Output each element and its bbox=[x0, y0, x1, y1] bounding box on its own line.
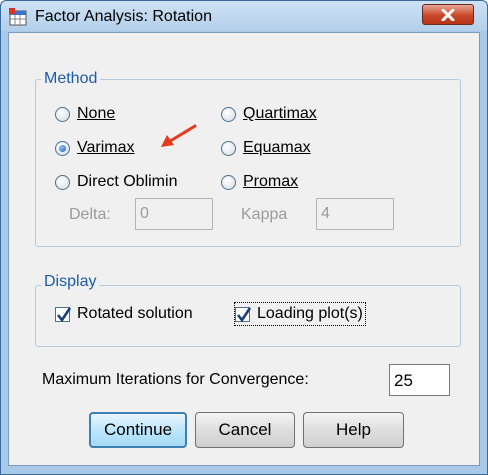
kappa-label: Kappa bbox=[241, 206, 288, 223]
cancel-button[interactable]: Cancel bbox=[195, 412, 295, 448]
radio-none-label: None bbox=[77, 105, 116, 122]
max-iterations-input[interactable]: 25 bbox=[389, 364, 450, 396]
kappa-field: 4 bbox=[316, 198, 394, 230]
checkbox-loading-plots-box[interactable] bbox=[235, 306, 252, 322]
checkbox-rotated-solution-box[interactable] bbox=[55, 306, 72, 322]
delta-label: Delta: bbox=[69, 206, 111, 223]
loading-plots-label: Loading plot(s) bbox=[257, 305, 363, 322]
display-legend: Display bbox=[41, 273, 100, 291]
checkmark-icon bbox=[56, 306, 72, 322]
help-button[interactable]: Help bbox=[303, 412, 404, 448]
title-bar[interactable]: Factor Analysis: Rotation bbox=[1, 1, 487, 31]
spss-table-icon bbox=[9, 8, 27, 26]
close-button[interactable] bbox=[422, 4, 474, 25]
radio-quartimax-label: Quartimax bbox=[243, 105, 317, 122]
radio-quartimax[interactable]: Quartimax bbox=[221, 105, 317, 123]
continue-button[interactable]: Continue bbox=[89, 412, 187, 448]
checkbox-loading-plots[interactable]: Loading plot(s) bbox=[234, 302, 366, 326]
radio-equamax[interactable]: Equamax bbox=[221, 139, 311, 157]
radio-varimax[interactable]: Varimax bbox=[55, 139, 135, 157]
radio-promax[interactable]: Promax bbox=[221, 173, 298, 191]
radio-none[interactable]: None bbox=[55, 105, 115, 123]
dialog-window: Factor Analysis: Rotation Method None Va… bbox=[0, 0, 488, 475]
dialog-client-area: Method None Varimax Direct Oblimin Quart… bbox=[8, 32, 480, 466]
radio-button-promax[interactable] bbox=[221, 174, 236, 190]
radio-equamax-label: Equamax bbox=[243, 139, 311, 156]
radio-direct-oblimin[interactable]: Direct Oblimin bbox=[55, 173, 177, 191]
radio-varimax-label: Varimax bbox=[77, 139, 135, 156]
close-icon bbox=[441, 9, 455, 21]
delta-field: 0 bbox=[135, 198, 213, 230]
checkbox-rotated-solution[interactable]: Rotated solution bbox=[55, 305, 193, 323]
method-legend: Method bbox=[41, 70, 101, 88]
window-title: Factor Analysis: Rotation bbox=[35, 8, 212, 25]
radio-promax-label: Promax bbox=[243, 173, 299, 190]
annotation-arrow-icon bbox=[161, 124, 197, 147]
radio-button-none[interactable] bbox=[55, 106, 70, 122]
rotated-solution-label: Rotated solution bbox=[77, 305, 193, 322]
max-iterations-label: Maximum Iterations for Convergence: bbox=[42, 371, 309, 388]
radio-button-varimax[interactable] bbox=[55, 140, 70, 156]
radio-button-direct-oblimin[interactable] bbox=[55, 174, 70, 190]
radio-button-quartimax[interactable] bbox=[221, 106, 236, 122]
checkmark-icon bbox=[236, 306, 252, 322]
radio-direct-oblimin-label: Direct Oblimin bbox=[77, 173, 178, 190]
radio-button-equamax[interactable] bbox=[221, 140, 236, 156]
